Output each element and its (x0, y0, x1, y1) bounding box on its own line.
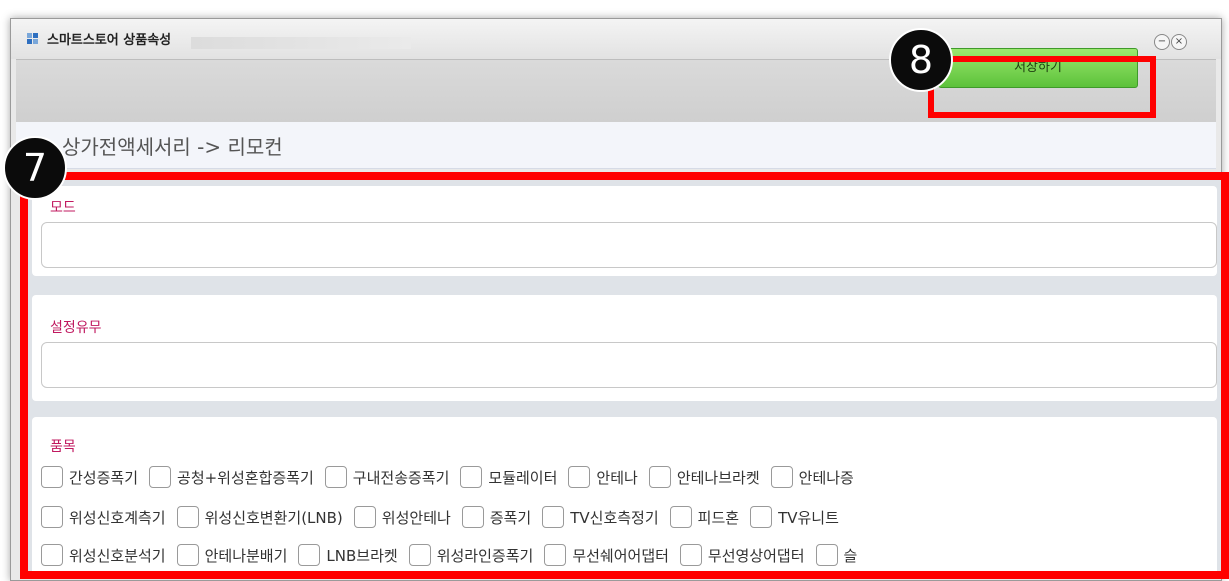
breadcrumb: 상가전액세서리 -> 리모컨 (62, 135, 283, 159)
window-title: 스마트스토어 상품속성 (47, 33, 172, 48)
callout-badge-8: 8 (889, 28, 953, 92)
minimize-icon[interactable]: − (1154, 34, 1170, 50)
save-highlight-frame (928, 56, 1156, 118)
title-blur (191, 37, 411, 49)
close-icon[interactable]: × (1171, 34, 1187, 50)
app-icon (27, 33, 39, 45)
form-highlight-frame (20, 172, 1229, 579)
callout-badge-7: 7 (3, 136, 67, 200)
